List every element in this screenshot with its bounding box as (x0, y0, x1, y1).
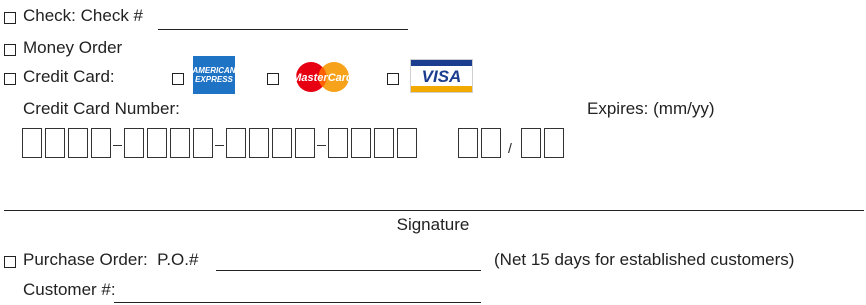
card-digit-box[interactable] (91, 128, 111, 158)
purchase-order-label: Purchase Order: P.O.# (23, 250, 199, 269)
visa-logo-text: VISA (422, 67, 462, 86)
check-number-field[interactable] (158, 29, 408, 30)
card-digit-box[interactable] (328, 128, 348, 158)
purchase-order-checkbox[interactable] (4, 256, 16, 268)
amex-logo-line2: EXPRESS (195, 75, 233, 84)
expiry-digit-box[interactable] (521, 128, 541, 158)
card-digit-box[interactable] (295, 128, 315, 158)
card-digit-box[interactable] (272, 128, 292, 158)
signature-label: Signature (396, 215, 470, 234)
check-checkbox[interactable] (4, 12, 16, 24)
card-number-dash (317, 145, 326, 146)
po-number-field[interactable] (216, 270, 481, 271)
amex-logo-line1: AMERICAN (193, 66, 235, 75)
mastercard-logo: MasterCard (288, 62, 357, 92)
credit-card-label: Credit Card: (23, 67, 115, 86)
card-digit-box[interactable] (147, 128, 167, 158)
card-digit-box[interactable] (397, 128, 417, 158)
expires-label: Expires: (mm/yy) (587, 99, 715, 118)
card-digit-box[interactable] (249, 128, 269, 158)
card-number-dash (215, 145, 224, 146)
po-terms: (Net 15 days for established customers) (494, 250, 795, 269)
money-order-checkbox[interactable] (4, 44, 16, 56)
expiry-digit-box[interactable] (544, 128, 564, 158)
expiry-digit-box[interactable] (458, 128, 478, 158)
signature-line[interactable] (4, 210, 864, 211)
amex-checkbox[interactable] (172, 73, 184, 85)
card-digit-box[interactable] (226, 128, 246, 158)
customer-number-field[interactable] (114, 302, 481, 303)
card-digit-box[interactable] (124, 128, 144, 158)
card-digit-box[interactable] (68, 128, 88, 158)
card-digit-box[interactable] (193, 128, 213, 158)
card-digit-box[interactable] (22, 128, 42, 158)
card-digit-box[interactable] (170, 128, 190, 158)
money-order-label: Money Order (23, 38, 123, 57)
mastercard-checkbox[interactable] (267, 73, 279, 85)
check-label: Check: Check # (23, 6, 143, 25)
card-number-label: Credit Card Number: (23, 99, 180, 118)
card-digit-box[interactable] (45, 128, 65, 158)
card-digit-box[interactable] (351, 128, 371, 158)
mastercard-logo-text: MasterCard (292, 72, 353, 84)
credit-card-checkbox[interactable] (4, 73, 16, 85)
customer-number-label: Customer #: (23, 280, 116, 299)
card-number-dash (113, 145, 122, 146)
expiry-separator: / (508, 140, 512, 156)
expiry-digit-box[interactable] (481, 128, 501, 158)
american-express-logo: AMERICAN EXPRESS (193, 56, 235, 94)
visa-checkbox[interactable] (387, 73, 399, 85)
visa-logo: VISA (410, 59, 473, 93)
card-digit-box[interactable] (374, 128, 394, 158)
